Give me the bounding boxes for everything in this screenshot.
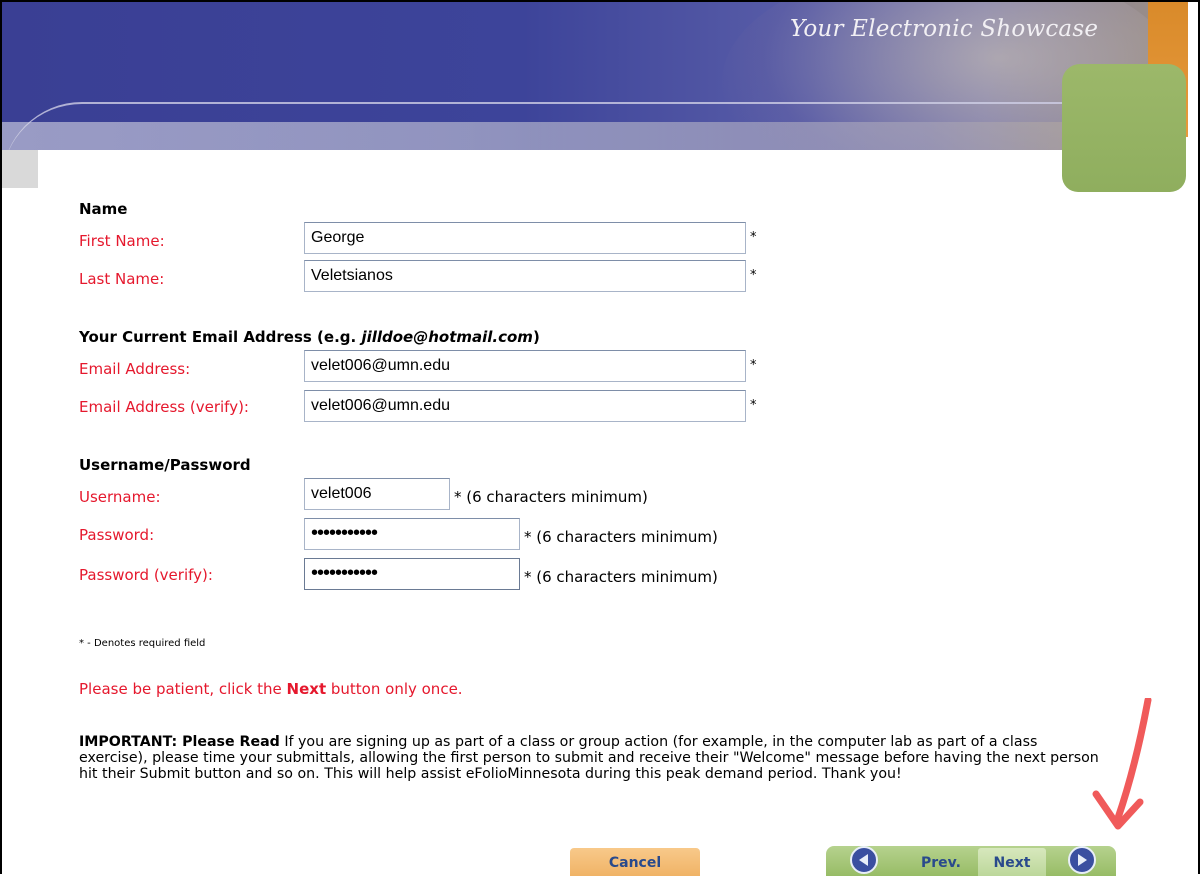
next-button[interactable]: Next bbox=[978, 848, 1046, 876]
password-label: Password: bbox=[79, 526, 155, 544]
required-marker: * bbox=[750, 398, 757, 413]
first-name-label: First Name: bbox=[79, 232, 165, 250]
cancel-button[interactable]: Cancel bbox=[570, 848, 700, 876]
username-hint: * (6 characters minimum) bbox=[454, 488, 648, 506]
email-input[interactable]: velet006@umn.edu bbox=[304, 350, 746, 382]
section-heading-name: Name bbox=[79, 200, 128, 218]
last-name-input[interactable]: Veletsianos bbox=[304, 260, 746, 292]
email-verify-label: Email Address (verify): bbox=[79, 398, 249, 416]
banner-stripe bbox=[2, 122, 1160, 150]
green-decor-block bbox=[1062, 64, 1186, 192]
required-marker: * bbox=[750, 358, 757, 373]
required-footnote: * - Denotes required field bbox=[79, 638, 206, 649]
red-arrow-icon bbox=[1090, 696, 1160, 844]
username-label: Username: bbox=[79, 488, 161, 506]
username-input[interactable]: velet006 bbox=[304, 478, 450, 510]
arrow-left-icon[interactable] bbox=[850, 846, 878, 874]
important-notice: IMPORTANT: Please Read If you are signin… bbox=[79, 734, 1099, 782]
password-verify-input[interactable]: ••••••••••• bbox=[304, 558, 520, 590]
left-decor-stub bbox=[2, 150, 38, 188]
required-marker: * bbox=[750, 268, 757, 283]
prev-button[interactable]: Prev. bbox=[908, 848, 974, 876]
last-name-label: Last Name: bbox=[79, 270, 165, 288]
password-input[interactable]: ••••••••••• bbox=[304, 518, 520, 550]
password-hint: * (6 characters minimum) bbox=[524, 528, 718, 546]
email-example: jilldoe@hotmail.com bbox=[361, 328, 533, 346]
banner-title: Your Electronic Showcase bbox=[790, 16, 1099, 42]
section-heading-email: Your Current Email Address (e.g. jilldoe… bbox=[79, 328, 540, 346]
first-name-input[interactable]: George bbox=[304, 222, 746, 254]
email-verify-input[interactable]: velet006@umn.edu bbox=[304, 390, 746, 422]
email-label: Email Address: bbox=[79, 360, 191, 378]
password-verify-label: Password (verify): bbox=[79, 566, 213, 584]
patience-notice: Please be patient, click the Next button… bbox=[79, 680, 463, 698]
password-verify-hint: * (6 characters minimum) bbox=[524, 568, 718, 586]
arrow-right-icon[interactable] bbox=[1068, 846, 1096, 874]
section-heading-credentials: Username/Password bbox=[79, 456, 251, 474]
required-marker: * bbox=[750, 230, 757, 245]
